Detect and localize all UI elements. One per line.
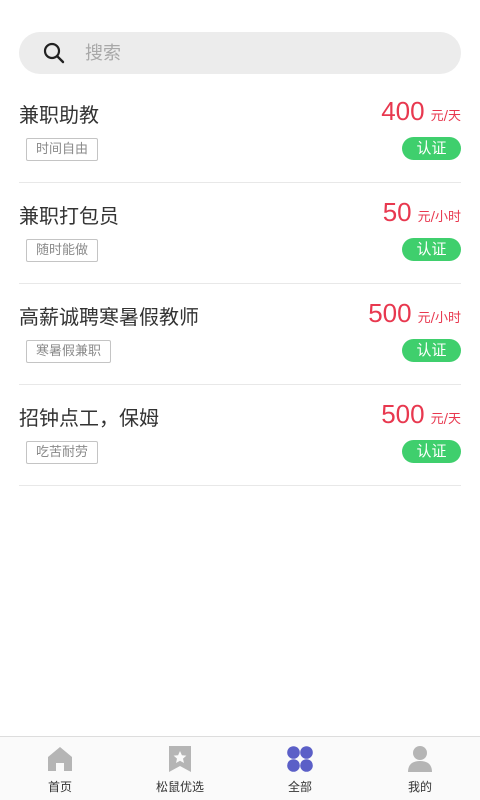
job-tag: 随时能做 [26,239,99,262]
salary-unit: 元/天 [430,109,461,124]
certified-badge: 认证 [402,137,461,160]
certified-badge: 认证 [402,339,461,362]
tab-label: 全部 [287,780,312,794]
job-salary: 50 元/小时 [383,197,461,228]
user-icon [406,745,434,773]
tab-label: 首页 [47,780,72,794]
bottom-tab-bar: 首页 松鼠优选 全部 我的 [0,736,480,800]
job-list-item[interactable]: 兼职打包员 随时能做 50 元/小时 认证 [19,183,461,284]
certified-badge: 认证 [402,440,461,463]
star-bookmark-icon [166,745,194,773]
salary-amount: 400 [381,96,425,126]
tab-label: 我的 [407,780,432,794]
tab-label: 松鼠优选 [155,780,204,794]
home-icon [46,745,74,773]
tab-home[interactable]: 首页 [0,737,120,800]
job-title: 招钟点工，保姆 [19,406,159,430]
salary-amount: 500 [368,298,412,328]
salary-unit: 元/小时 [417,311,461,326]
salary-unit: 元/小时 [417,210,461,225]
salary-amount: 50 [382,197,412,227]
job-title: 兼职打包员 [19,204,119,228]
job-salary: 500 元/天 [381,399,461,430]
job-list-item[interactable]: 高薪诚聘寒暑假教师 寒暑假兼职 500 元/小时 认证 [19,284,461,385]
salary-unit: 元/天 [430,412,461,427]
tab-featured[interactable]: 松鼠优选 [120,737,240,800]
tab-mine[interactable]: 我的 [360,737,480,800]
search-icon[interactable] [43,42,65,64]
job-salary: 500 元/小时 [368,298,461,329]
job-list: 兼职助教 时间自由 400 元/天 认证 兼职打包员 随时能做 50 元/小时 … [19,82,461,486]
job-title: 高薪诚聘寒暑假教师 [19,305,199,329]
job-tag: 吃苦耐劳 [26,441,99,464]
job-tag: 时间自由 [26,138,99,161]
job-salary: 400 元/天 [381,96,461,127]
grid-icon [286,745,314,773]
job-tag: 寒暑假兼职 [26,340,112,363]
job-list-item[interactable]: 招钟点工，保姆 吃苦耐劳 500 元/天 认证 [19,385,461,486]
search-bar[interactable] [19,32,461,74]
job-list-item[interactable]: 兼职助教 时间自由 400 元/天 认证 [19,82,461,183]
search-input[interactable] [85,42,385,64]
job-title: 兼职助教 [19,103,99,127]
tab-all[interactable]: 全部 [240,737,360,800]
salary-amount: 500 [381,399,425,429]
certified-badge: 认证 [402,238,461,261]
